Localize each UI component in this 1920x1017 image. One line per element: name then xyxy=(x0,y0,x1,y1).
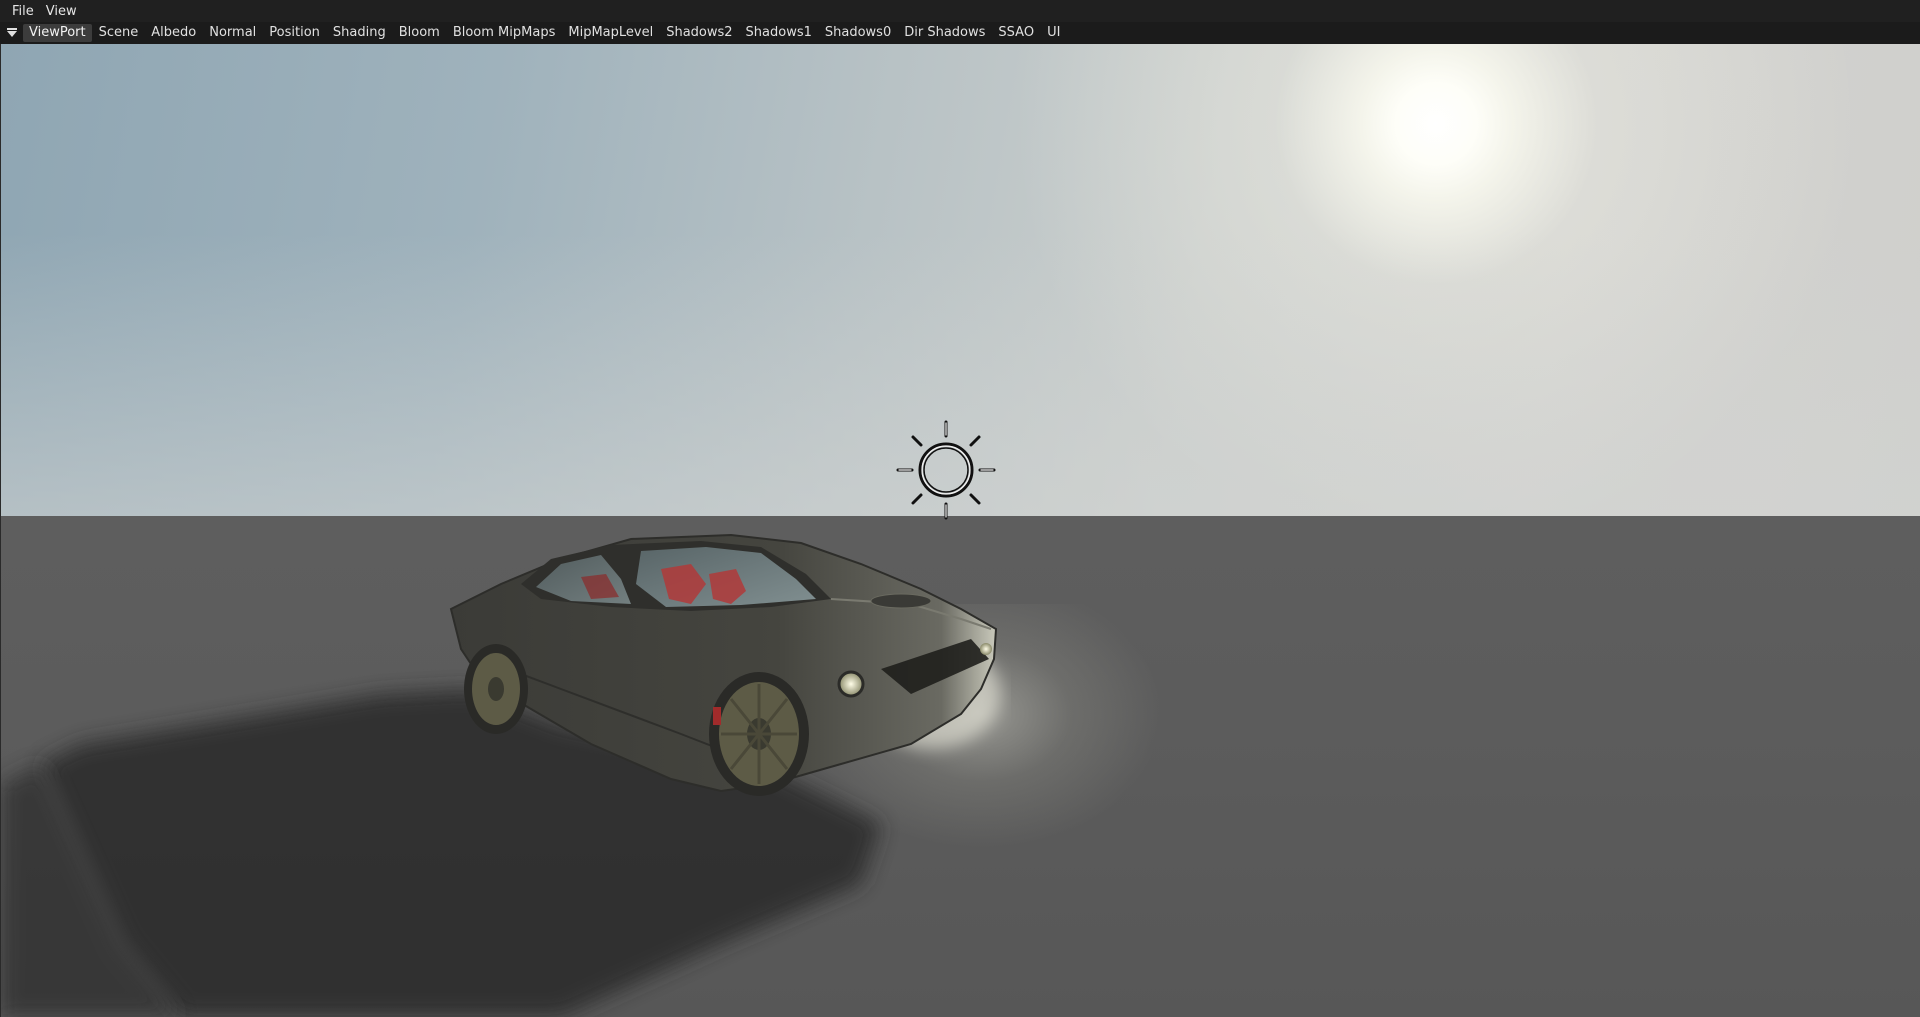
tab-mipmaplevel[interactable]: MipMapLevel xyxy=(562,24,659,42)
tab-position[interactable]: Position xyxy=(263,24,326,42)
sun-light-gizmo-icon[interactable] xyxy=(890,414,1002,526)
tab-shadows0[interactable]: Shadows0 xyxy=(819,24,897,42)
menu-bar: File View xyxy=(0,0,1920,22)
render-target-tab-bar: ViewPort Scene Albedo Normal Position Sh… xyxy=(0,22,1920,44)
menu-view[interactable]: View xyxy=(40,2,83,21)
tab-shading[interactable]: Shading xyxy=(327,24,392,42)
menu-file[interactable]: File xyxy=(6,2,40,21)
tab-normal[interactable]: Normal xyxy=(203,24,262,42)
tab-ui[interactable]: UI xyxy=(1041,24,1066,42)
3d-viewport[interactable] xyxy=(0,44,1920,1017)
tab-shadows2[interactable]: Shadows2 xyxy=(660,24,738,42)
tab-shadows1[interactable]: Shadows1 xyxy=(740,24,818,42)
tab-bloom-mipmaps[interactable]: Bloom MipMaps xyxy=(447,24,562,42)
tab-scene[interactable]: Scene xyxy=(93,24,145,42)
car-model[interactable] xyxy=(441,529,1011,874)
tab-bloom[interactable]: Bloom xyxy=(393,24,446,42)
tab-viewport[interactable]: ViewPort xyxy=(23,24,92,42)
tab-albedo[interactable]: Albedo xyxy=(145,24,202,42)
editor-window: File View ViewPort Scene Albedo Normal P… xyxy=(0,0,1920,1017)
tab-dir-shadows[interactable]: Dir Shadows xyxy=(898,24,991,42)
tab-ssao[interactable]: SSAO xyxy=(992,24,1040,42)
triangle-down-icon[interactable] xyxy=(4,24,20,42)
